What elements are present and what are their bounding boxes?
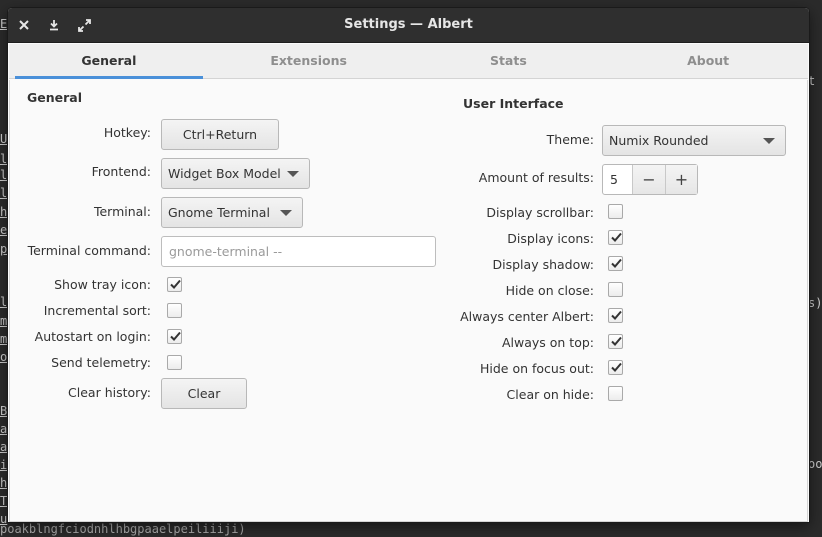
send-telemetry-checkbox[interactable] xyxy=(167,355,182,370)
clear-history-label: Clear history: xyxy=(68,385,151,400)
tab-stats[interactable]: Stats xyxy=(409,44,609,78)
always-center-checkbox[interactable] xyxy=(608,308,623,323)
terminal-command-placeholder: gnome-terminal -- xyxy=(169,244,283,259)
results-label: Amount of results: xyxy=(478,170,594,185)
always-center-label: Always center Albert: xyxy=(460,309,594,324)
checkmark-icon xyxy=(170,331,181,341)
bg-char: B xyxy=(0,404,8,418)
clear-history-button[interactable]: Clear xyxy=(161,378,247,409)
tab-extensions[interactable]: Extensions xyxy=(209,44,409,78)
tab-about[interactable]: About xyxy=(608,44,808,78)
hide-on-close-label: Hide on close: xyxy=(505,283,594,298)
bg-char: o xyxy=(0,350,8,364)
background-terminal-right: oo xyxy=(808,457,822,471)
clear-on-hide-label: Clear on hide: xyxy=(506,387,594,402)
general-heading: General xyxy=(27,90,82,105)
checkmark-icon xyxy=(611,232,622,242)
frontend-value: Widget Box Model xyxy=(168,166,281,181)
bg-char: m xyxy=(0,314,8,328)
background-terminal-bottom: poakblngfciodnhlhbgpaaelpeiliiiji) xyxy=(0,522,246,536)
theme-value: Numix Rounded xyxy=(609,133,709,148)
general-page: General Hotkey: Ctrl+Return Frontend: Wi… xyxy=(9,80,808,522)
terminal-value: Gnome Terminal xyxy=(168,205,270,220)
bg-char: E xyxy=(0,17,8,31)
terminal-command-field[interactable]: gnome-terminal -- xyxy=(161,236,436,267)
display-scrollbar-label: Display scrollbar: xyxy=(486,205,594,220)
show-tray-icon-checkbox[interactable] xyxy=(167,277,182,292)
bg-char: l xyxy=(0,186,8,200)
display-scrollbar-checkbox[interactable] xyxy=(608,204,623,219)
display-shadow-label: Display shadow: xyxy=(492,257,594,272)
checkmark-icon xyxy=(611,336,622,346)
tab-general[interactable]: General xyxy=(9,44,209,79)
chevron-down-icon xyxy=(287,171,299,177)
autostart-checkbox[interactable] xyxy=(167,329,182,344)
terminal-select[interactable]: Gnome Terminal xyxy=(161,197,303,228)
bg-char: U xyxy=(0,132,8,146)
hotkey-label: Hotkey: xyxy=(103,125,151,140)
always-on-top-label: Always on top: xyxy=(501,335,594,350)
clear-on-hide-checkbox[interactable] xyxy=(608,386,623,401)
settings-window: Settings — Albert General Extensions Sta… xyxy=(8,8,809,522)
bg-char: T xyxy=(0,494,8,508)
checkmark-icon xyxy=(611,258,622,268)
ui-heading: User Interface xyxy=(463,96,564,111)
display-icons-checkbox[interactable] xyxy=(608,230,623,245)
checkmark-icon xyxy=(611,310,622,320)
background-terminal-right: t xyxy=(808,74,816,88)
hide-on-focus-out-label: Hide on focus out: xyxy=(479,361,594,376)
bg-char: h xyxy=(0,205,8,219)
terminal-command-label: Terminal command: xyxy=(27,243,151,258)
incremental-sort-checkbox[interactable] xyxy=(167,303,182,318)
background-terminal-right: s) xyxy=(808,296,822,310)
titlebar: Settings — Albert xyxy=(8,8,809,43)
frontend-label: Frontend: xyxy=(91,164,151,179)
bg-char: h xyxy=(0,476,8,490)
incremental-sort-label: Incremental sort: xyxy=(43,303,151,318)
theme-label: Theme: xyxy=(546,132,594,147)
bg-char: i xyxy=(0,458,8,472)
decrement-button[interactable]: − xyxy=(633,165,665,194)
bg-char: a xyxy=(0,422,8,436)
send-telemetry-label: Send telemetry: xyxy=(51,355,151,370)
display-shadow-checkbox[interactable] xyxy=(608,256,623,271)
chevron-down-icon xyxy=(763,138,775,144)
tab-bar: General Extensions Stats About xyxy=(9,44,808,79)
always-on-top-checkbox[interactable] xyxy=(608,334,623,349)
terminal-label: Terminal: xyxy=(93,204,151,219)
checkmark-icon xyxy=(611,362,622,372)
bg-char: l xyxy=(0,168,8,182)
hotkey-button[interactable]: Ctrl+Return xyxy=(161,119,279,150)
bg-char: p xyxy=(0,242,8,256)
bg-char: l xyxy=(0,295,8,309)
results-value[interactable]: 5 xyxy=(603,165,633,194)
window-title: Settings — Albert xyxy=(344,17,473,32)
show-tray-icon-label: Show tray icon: xyxy=(54,277,151,292)
increment-button[interactable]: + xyxy=(665,165,697,194)
hide-on-focus-out-checkbox[interactable] xyxy=(608,360,623,375)
bg-char: a xyxy=(0,440,8,454)
chevron-down-icon xyxy=(280,210,292,216)
bg-char: e xyxy=(0,223,8,237)
results-spinner[interactable]: 5 − + xyxy=(602,164,698,195)
checkmark-icon xyxy=(170,279,181,289)
theme-select[interactable]: Numix Rounded xyxy=(602,125,786,156)
autostart-label: Autostart on login: xyxy=(34,329,151,344)
display-icons-label: Display icons: xyxy=(507,231,594,246)
bg-char: l xyxy=(0,152,8,166)
frontend-select[interactable]: Widget Box Model xyxy=(161,158,310,189)
bg-char: m xyxy=(0,332,8,346)
hide-on-close-checkbox[interactable] xyxy=(608,282,623,297)
